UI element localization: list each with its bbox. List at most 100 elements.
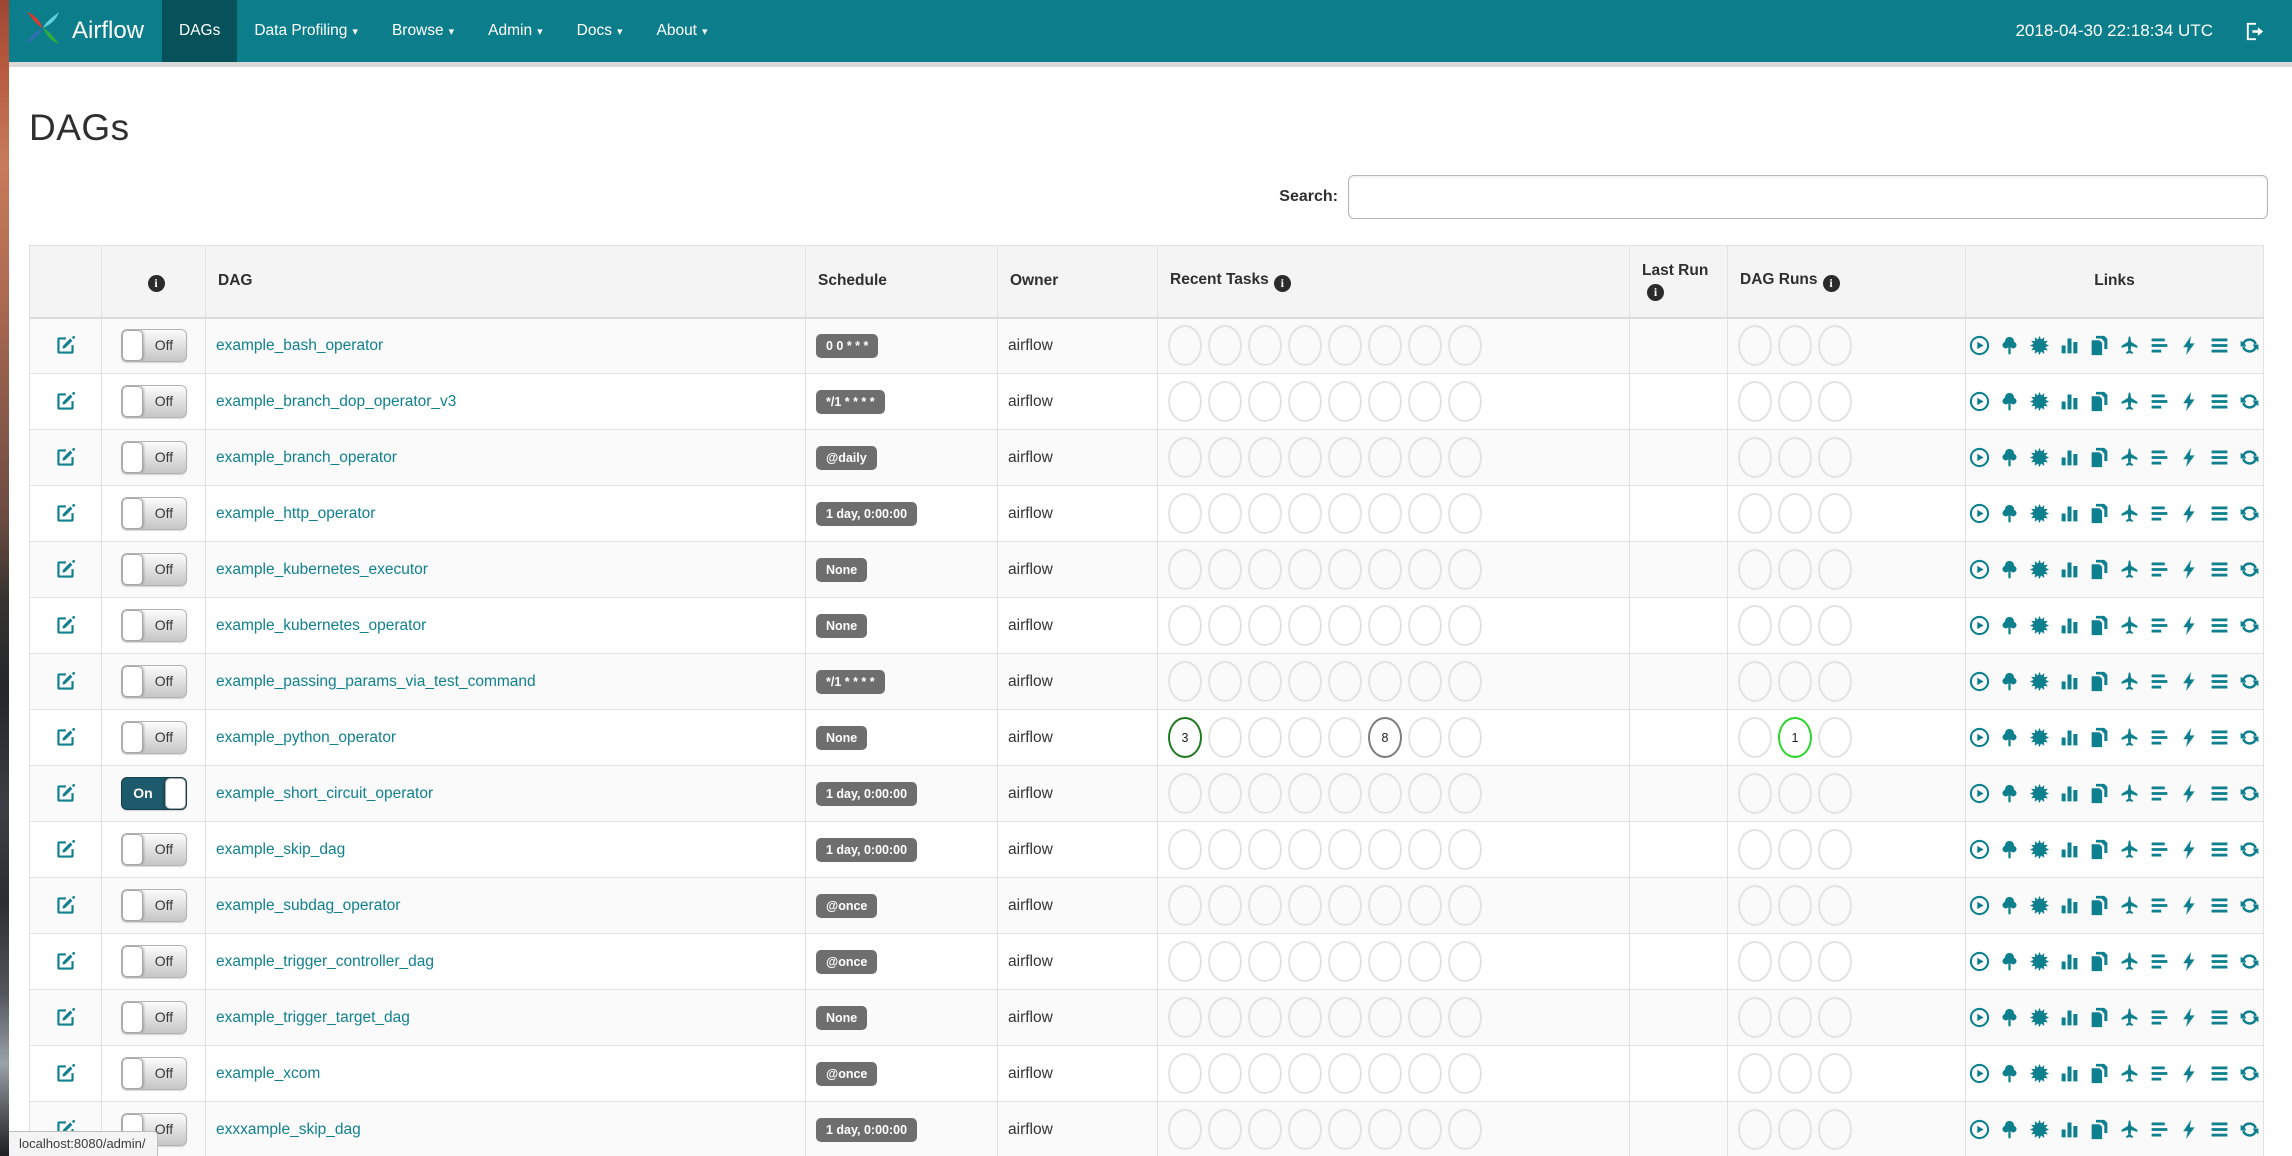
dag-pause-toggle[interactable]: Off <box>120 889 187 922</box>
refresh-icon[interactable] <box>2239 1007 2260 1028</box>
copy-pages-icon[interactable] <box>2089 839 2110 860</box>
align-left-bars-icon[interactable] <box>2149 1063 2170 1084</box>
play-circle-icon[interactable] <box>1969 1063 1990 1084</box>
plane-icon[interactable] <box>2119 895 2140 916</box>
lightning-bolt-icon[interactable] <box>2179 447 2200 468</box>
list-lines-icon[interactable] <box>2209 1063 2230 1084</box>
copy-pages-icon[interactable] <box>2089 503 2110 524</box>
plane-icon[interactable] <box>2119 839 2140 860</box>
sign-out-icon[interactable] <box>2243 20 2266 43</box>
align-left-bars-icon[interactable] <box>2149 895 2170 916</box>
copy-pages-icon[interactable] <box>2089 951 2110 972</box>
list-lines-icon[interactable] <box>2209 951 2230 972</box>
copy-pages-icon[interactable] <box>2089 391 2110 412</box>
search-input[interactable] <box>1348 175 2268 219</box>
edit-dag-icon[interactable] <box>55 839 76 858</box>
play-circle-icon[interactable] <box>1969 1007 1990 1028</box>
align-left-bars-icon[interactable] <box>2149 727 2170 748</box>
copy-pages-icon[interactable] <box>2089 447 2110 468</box>
play-circle-icon[interactable] <box>1969 951 1990 972</box>
plane-icon[interactable] <box>2119 1119 2140 1140</box>
lightning-bolt-icon[interactable] <box>2179 1007 2200 1028</box>
align-left-bars-icon[interactable] <box>2149 839 2170 860</box>
nav-item-admin[interactable]: Admin ▾ <box>471 0 559 62</box>
bar-chart-icon[interactable] <box>2059 1119 2080 1140</box>
tree-icon[interactable] <box>1999 727 2020 748</box>
starburst-graph-icon[interactable] <box>2029 727 2050 748</box>
lightning-bolt-icon[interactable] <box>2179 335 2200 356</box>
list-lines-icon[interactable] <box>2209 895 2230 916</box>
list-lines-icon[interactable] <box>2209 447 2230 468</box>
dag-pause-toggle[interactable]: Off <box>120 1057 187 1090</box>
tree-icon[interactable] <box>1999 1063 2020 1084</box>
list-lines-icon[interactable] <box>2209 559 2230 580</box>
list-lines-icon[interactable] <box>2209 671 2230 692</box>
play-circle-icon[interactable] <box>1969 783 1990 804</box>
dag-pause-toggle[interactable]: Off <box>120 721 187 754</box>
plane-icon[interactable] <box>2119 615 2140 636</box>
nav-item-dags[interactable]: DAGs <box>162 0 238 62</box>
bar-chart-icon[interactable] <box>2059 727 2080 748</box>
edit-dag-icon[interactable] <box>55 1007 76 1026</box>
refresh-icon[interactable] <box>2239 447 2260 468</box>
refresh-icon[interactable] <box>2239 671 2260 692</box>
align-left-bars-icon[interactable] <box>2149 447 2170 468</box>
dag-name-link[interactable]: example_kubernetes_executor <box>216 561 428 578</box>
refresh-icon[interactable] <box>2239 895 2260 916</box>
play-circle-icon[interactable] <box>1969 615 1990 636</box>
plane-icon[interactable] <box>2119 671 2140 692</box>
starburst-graph-icon[interactable] <box>2029 447 2050 468</box>
align-left-bars-icon[interactable] <box>2149 503 2170 524</box>
refresh-icon[interactable] <box>2239 839 2260 860</box>
play-circle-icon[interactable] <box>1969 895 1990 916</box>
play-circle-icon[interactable] <box>1969 447 1990 468</box>
dag-pause-toggle[interactable]: Off <box>120 665 187 698</box>
refresh-icon[interactable] <box>2239 615 2260 636</box>
edit-dag-icon[interactable] <box>55 336 76 354</box>
dag-name-link[interactable]: example_trigger_target_dag <box>216 1009 410 1026</box>
bar-chart-icon[interactable] <box>2059 839 2080 860</box>
list-lines-icon[interactable] <box>2209 1007 2230 1028</box>
copy-pages-icon[interactable] <box>2089 671 2110 692</box>
dag-name-link[interactable]: example_bash_operator <box>216 337 383 354</box>
play-circle-icon[interactable] <box>1969 503 1990 524</box>
lightning-bolt-icon[interactable] <box>2179 1063 2200 1084</box>
tree-icon[interactable] <box>1999 839 2020 860</box>
list-lines-icon[interactable] <box>2209 727 2230 748</box>
list-lines-icon[interactable] <box>2209 1119 2230 1140</box>
list-lines-icon[interactable] <box>2209 615 2230 636</box>
edit-dag-icon[interactable] <box>55 447 76 466</box>
tree-icon[interactable] <box>1999 559 2020 580</box>
tree-icon[interactable] <box>1999 503 2020 524</box>
edit-dag-icon[interactable] <box>55 503 76 522</box>
dag-pause-toggle[interactable]: Off <box>120 1001 187 1034</box>
dag-name-link[interactable]: example_branch_operator <box>216 449 397 466</box>
list-lines-icon[interactable] <box>2209 503 2230 524</box>
bar-chart-icon[interactable] <box>2059 783 2080 804</box>
align-left-bars-icon[interactable] <box>2149 1119 2170 1140</box>
plane-icon[interactable] <box>2119 391 2140 412</box>
dag-pause-toggle[interactable]: Off <box>120 497 187 530</box>
dag-pause-toggle[interactable]: Off <box>120 945 187 978</box>
starburst-graph-icon[interactable] <box>2029 335 2050 356</box>
starburst-graph-icon[interactable] <box>2029 615 2050 636</box>
dag-name-link[interactable]: example_subdag_operator <box>216 897 400 914</box>
tree-icon[interactable] <box>1999 671 2020 692</box>
dag-name-link[interactable]: example_python_operator <box>216 729 396 746</box>
airflow-brand[interactable]: Airflow <box>9 0 162 62</box>
dag-pause-toggle[interactable]: Off <box>120 441 187 474</box>
lightning-bolt-icon[interactable] <box>2179 727 2200 748</box>
tree-icon[interactable] <box>1999 1119 2020 1140</box>
list-lines-icon[interactable] <box>2209 335 2230 356</box>
bar-chart-icon[interactable] <box>2059 335 2080 356</box>
dag-name-link[interactable]: exxxample_skip_dag <box>216 1121 361 1138</box>
refresh-icon[interactable] <box>2239 503 2260 524</box>
plane-icon[interactable] <box>2119 727 2140 748</box>
bar-chart-icon[interactable] <box>2059 447 2080 468</box>
play-circle-icon[interactable] <box>1969 727 1990 748</box>
refresh-icon[interactable] <box>2239 559 2260 580</box>
copy-pages-icon[interactable] <box>2089 895 2110 916</box>
lightning-bolt-icon[interactable] <box>2179 559 2200 580</box>
refresh-icon[interactable] <box>2239 951 2260 972</box>
edit-dag-icon[interactable] <box>55 951 76 970</box>
